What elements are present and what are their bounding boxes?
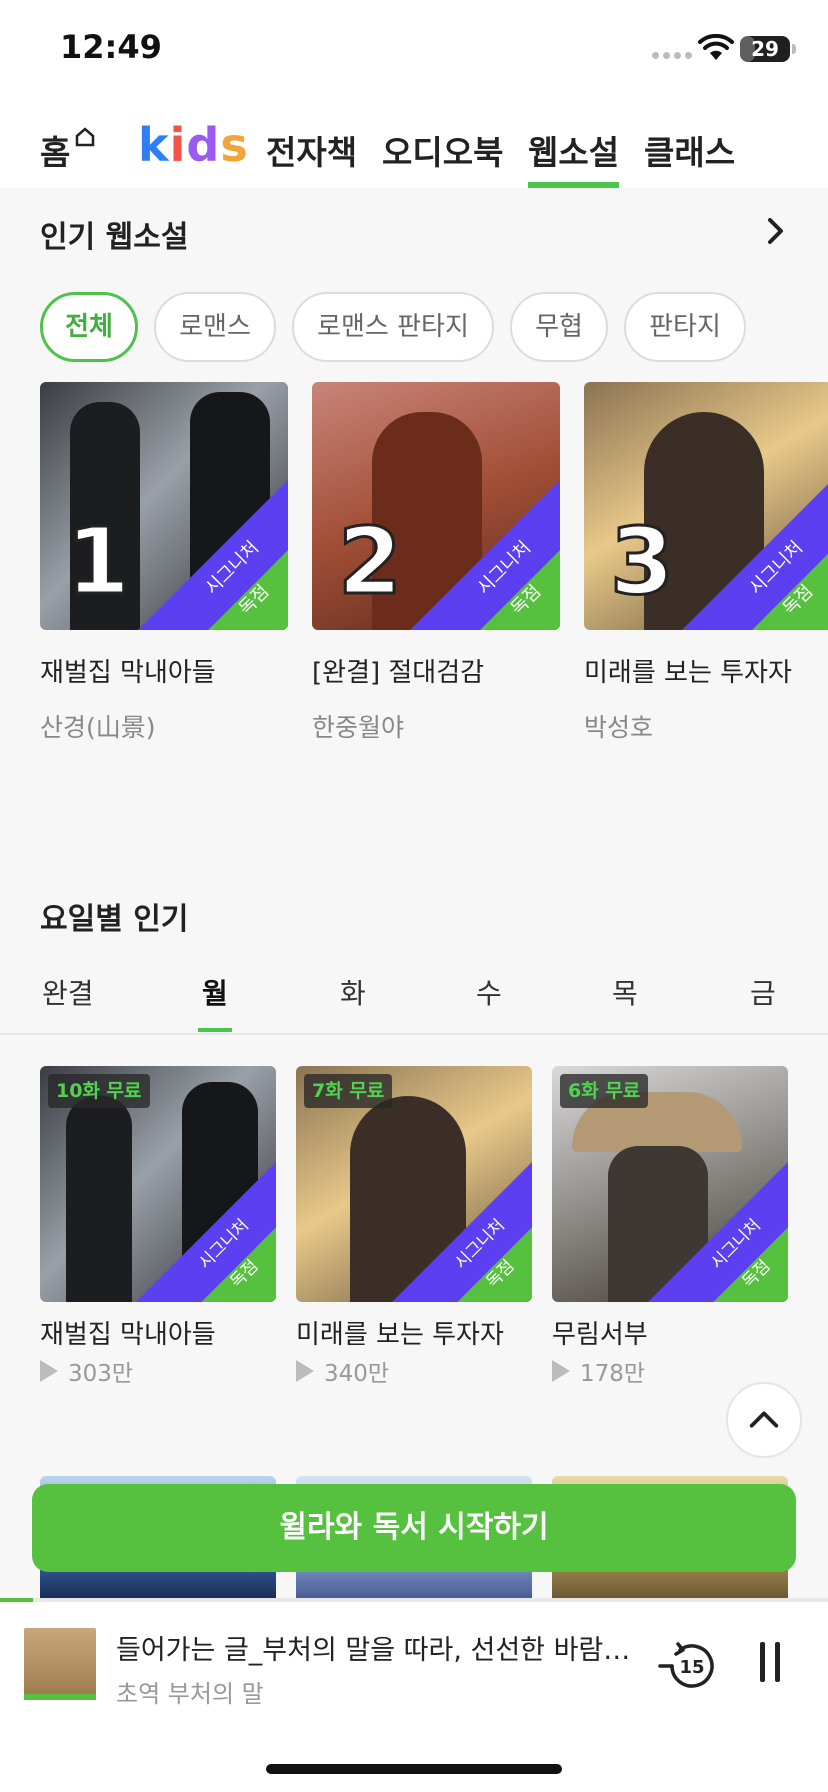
mini-player[interactable]: 들어가는 글_부처의 말을 따라, 선선한 바람이… 초역 부처의 말 15 — [0, 1598, 828, 1792]
weekday-section-title: 요일별 인기 — [40, 902, 189, 937]
book-title[interactable]: [완결] 절대검감 — [312, 652, 484, 689]
play-count: 303만 — [40, 1354, 133, 1388]
audiobook-thumbnail[interactable] — [24, 1628, 96, 1700]
signature-exclusive-ribbon: 시그니처 독점 — [138, 480, 288, 630]
signature-exclusive-ribbon: 시그니처 독점 — [410, 480, 560, 630]
screen: 12:49 29 홈 kids 전자책 오디오북 웹소설 클래스 인기 웹소설 … — [0, 0, 828, 1792]
free-episodes-badge: 7화 무료 — [304, 1074, 393, 1108]
battery-icon: 29 — [740, 36, 796, 62]
signature-exclusive-ribbon: 시그니처 독점 — [682, 480, 828, 630]
tab-audiobook[interactable]: 오디오북 — [382, 126, 503, 188]
book-title[interactable]: 무림서부 — [552, 1314, 648, 1351]
signature-exclusive-ribbon: 시그니처 독점 — [392, 1162, 532, 1302]
free-episodes-badge: 10화 무료 — [48, 1074, 150, 1108]
day-tab-fri[interactable]: 금 — [750, 972, 776, 1012]
book-title[interactable]: 미래를 보는 투자자 — [584, 652, 792, 689]
home-indicator — [266, 1764, 562, 1774]
chevron-right-icon[interactable] — [764, 216, 788, 246]
day-tab-mon[interactable]: 월 — [198, 972, 232, 1032]
tab-webnovel[interactable]: 웹소설 — [528, 126, 620, 188]
play-count: 178만 — [552, 1354, 645, 1388]
cellular-signal-icon — [652, 52, 692, 59]
status-bar: 12:49 29 — [0, 0, 828, 100]
book-cover[interactable]: 6화 무료 시그니처 독점 — [552, 1066, 788, 1302]
player-book-title: 초역 부처의 말 — [116, 1680, 264, 1708]
play-count-value: 303만 — [68, 1361, 134, 1387]
pause-icon[interactable] — [760, 1642, 782, 1682]
day-tab-wed[interactable]: 수 — [476, 972, 502, 1012]
day-tab-tue[interactable]: 화 — [340, 972, 366, 1012]
play-icon — [552, 1360, 570, 1382]
book-author: 박성호 — [584, 713, 654, 742]
day-tab-thu[interactable]: 목 — [612, 972, 638, 1012]
kids-logo-letter: d — [186, 118, 221, 172]
kids-logo-letter: s — [220, 118, 249, 172]
rank-number: 2 — [336, 508, 403, 615]
tab-home[interactable]: 홈 — [40, 126, 96, 188]
free-episodes-badge: 6화 무료 — [560, 1074, 649, 1108]
play-icon — [40, 1360, 58, 1382]
chip-fantasy[interactable]: 판타지 — [624, 292, 746, 362]
chip-romance-fantasy[interactable]: 로맨스 판타지 — [292, 292, 494, 362]
chip-martial-arts[interactable]: 무협 — [510, 292, 608, 362]
book-title[interactable]: 미래를 보는 투자자 — [296, 1314, 504, 1351]
kids-logo-letter: k — [138, 118, 170, 172]
tab-class[interactable]: 클래스 — [644, 126, 735, 188]
book-author: 산경(山景) — [40, 713, 156, 742]
book-cover[interactable]: 7화 무료 시그니처 독점 — [296, 1066, 532, 1302]
tab-ebook[interactable]: 전자책 — [266, 126, 357, 188]
book-cover[interactable]: 10화 무료 시그니처 독점 — [40, 1066, 276, 1302]
play-count-value: 178만 — [580, 1361, 646, 1387]
book-title[interactable]: 재벌집 막내아들 — [40, 1314, 216, 1351]
rewind-15-icon[interactable]: 15 — [656, 1638, 720, 1694]
rank-number: 1 — [64, 508, 131, 615]
home-icon — [76, 127, 95, 147]
book-cover[interactable]: 1 시그니처 독점 — [40, 382, 288, 630]
signature-exclusive-ribbon: 시그니처 독점 — [648, 1162, 788, 1302]
play-count: 340만 — [296, 1354, 389, 1388]
player-track-title[interactable]: 들어가는 글_부처의 말을 따라, 선선한 바람이… — [116, 1628, 646, 1667]
play-count-value: 340만 — [324, 1361, 390, 1387]
start-reading-button[interactable]: 윌라와 독서 시작하기 — [32, 1484, 796, 1572]
chip-all[interactable]: 전체 — [40, 292, 138, 362]
play-icon — [296, 1360, 314, 1382]
kids-logo-letter: i — [169, 118, 187, 172]
day-tab-completed[interactable]: 완결 — [42, 972, 94, 1012]
signature-exclusive-ribbon: 시그니처 독점 — [136, 1162, 276, 1302]
book-cover[interactable]: 3 시그니처 독점 — [584, 382, 828, 630]
rewind-seconds: 15 — [679, 1657, 704, 1678]
chip-romance[interactable]: 로맨스 — [154, 292, 276, 362]
battery-level: 29 — [751, 37, 779, 61]
scroll-to-top-button[interactable] — [726, 1382, 802, 1458]
book-cover[interactable]: 2 시그니처 독점 — [312, 382, 560, 630]
wifi-icon — [698, 34, 734, 60]
tab-home-label: 홈 — [40, 133, 71, 172]
divider — [0, 1033, 828, 1035]
top-tab-bar: 홈 kids 전자책 오디오북 웹소설 클래스 — [0, 100, 828, 188]
book-author: 한중월야 — [312, 713, 405, 742]
book-title[interactable]: 재벌집 막내아들 — [40, 652, 216, 689]
popular-section-title: 인기 웹소설 — [40, 220, 189, 255]
playback-progress[interactable] — [0, 1598, 828, 1602]
tab-kids[interactable]: kids — [138, 118, 249, 172]
status-time: 12:49 — [60, 28, 162, 66]
rank-number: 3 — [608, 508, 675, 615]
